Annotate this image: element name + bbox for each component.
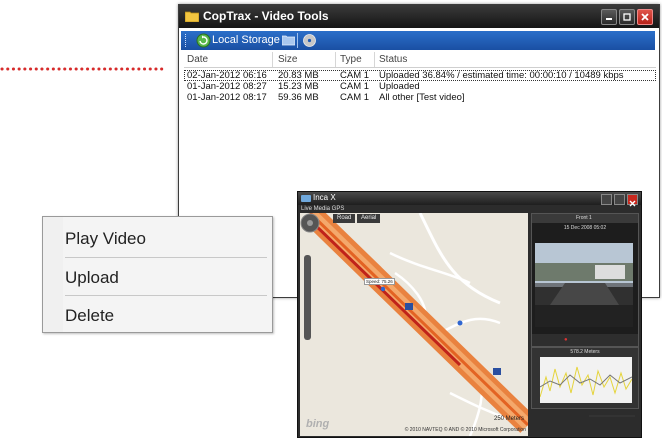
cell-date: 01-Jan-2012 08:27 — [187, 81, 267, 92]
minimize-button[interactable] — [601, 9, 617, 25]
map-tab-aerial[interactable]: Aerial — [357, 214, 381, 223]
column-header-type[interactable]: Type — [340, 54, 362, 65]
cell-size: 20.83 MB — [278, 70, 319, 81]
scale-bar — [589, 415, 635, 417]
menu-item-label: Upload — [65, 268, 119, 287]
column-header-size[interactable]: Size — [278, 54, 297, 65]
map-scale-label: 250 Meters — [493, 416, 524, 422]
video-timestamp: 15 Dec 2008 05:02 — [563, 225, 607, 231]
context-menu: Play Video Upload Delete — [42, 216, 273, 333]
column-divider[interactable] — [374, 52, 375, 67]
video-camera-label: Front 1 — [576, 215, 592, 221]
maximize-icon — [623, 13, 631, 21]
video-pane[interactable]: Front 1 15 Dec 2008 05:02 ● — [531, 213, 639, 347]
speed-graph-pane[interactable]: 578.2 Meters — [531, 347, 639, 409]
table-row[interactable]: 02-Jan-2012 06:16 20.83 MB CAM 1 Uploade… — [184, 70, 656, 81]
inca-maximize-button[interactable] — [614, 194, 625, 205]
cell-status: All other [Test video] — [379, 92, 465, 103]
zoom-slider[interactable] — [304, 255, 311, 340]
toolbar-grip[interactable] — [185, 34, 189, 47]
column-header-date[interactable]: Date — [187, 54, 208, 65]
close-icon — [629, 200, 636, 207]
table-row[interactable]: 01-Jan-2012 08:27 15.23 MB CAM 1 Uploade… — [184, 81, 656, 92]
inca-window: Inca X Live Media GPS Road Aerial Speed:… — [297, 191, 642, 438]
column-header-status[interactable]: Status — [379, 54, 407, 65]
inca-close-button[interactable] — [627, 194, 638, 207]
inca-title-bar[interactable]: Inca X — [298, 192, 641, 207]
video-header: Front 1 — [532, 214, 638, 223]
cell-status: Uploaded 36.84% / estimated time: 00:00:… — [379, 70, 624, 81]
local-storage-button[interactable]: Local Storage — [212, 34, 280, 46]
cell-type: CAM 1 — [340, 70, 370, 81]
dotted-connector — [0, 67, 164, 71]
video-controls[interactable]: ● — [532, 334, 638, 346]
menu-gutter — [43, 217, 63, 332]
column-divider[interactable] — [335, 52, 336, 67]
map-tab-road[interactable]: Road — [333, 214, 356, 223]
pan-control-icon[interactable] — [300, 213, 320, 233]
folder-icon — [185, 11, 199, 22]
close-button[interactable] — [637, 9, 653, 25]
menu-item-label: Delete — [65, 306, 115, 325]
map-graphic — [300, 213, 528, 436]
dashcam-video-frame — [535, 243, 633, 327]
close-icon — [641, 13, 649, 21]
disc-icon[interactable] — [302, 33, 317, 48]
map-copyright: © 2010 NAVTEQ © AND © 2010 Microsoft Cor… — [404, 427, 526, 433]
inca-subtitle: Live Media GPS — [301, 206, 345, 212]
cell-size: 59.36 MB — [278, 92, 319, 103]
menu-item-delete[interactable]: Delete — [65, 296, 270, 333]
cell-type: CAM 1 — [340, 81, 370, 92]
refresh-icon[interactable] — [196, 33, 211, 48]
app-icon — [301, 195, 311, 202]
menu-item-upload[interactable]: Upload — [65, 258, 270, 295]
cell-status: Uploaded — [379, 81, 420, 92]
toolbar: Local Storage — [181, 31, 655, 50]
storage-folder-icon[interactable] — [282, 34, 295, 46]
speed-graph — [540, 357, 632, 403]
cell-date: 01-Jan-2012 08:17 — [187, 92, 267, 103]
inca-minimize-button[interactable] — [601, 194, 612, 205]
maximize-button[interactable] — [619, 9, 635, 25]
column-divider[interactable] — [272, 52, 273, 67]
menu-item-play-video[interactable]: Play Video — [65, 219, 270, 256]
minimize-icon — [606, 18, 612, 20]
table-row[interactable]: 01-Jan-2012 08:17 59.36 MB CAM 1 All oth… — [184, 92, 656, 103]
window-title: CopTrax - Video Tools — [203, 9, 329, 23]
cell-size: 15.23 MB — [278, 81, 319, 92]
table-header: Date Size Type Status — [184, 52, 656, 68]
map-view[interactable]: Road Aerial Speed: 75.26 bing 250 Meters… — [300, 213, 528, 436]
title-bar[interactable]: CopTrax - Video Tools — [179, 5, 659, 28]
inca-title: Inca X — [313, 193, 336, 202]
video-table: Date Size Type Status 02-Jan-2012 06:16 … — [184, 52, 656, 103]
bing-logo: bing — [306, 418, 330, 430]
menu-item-label: Play Video — [65, 229, 146, 248]
cell-date: 02-Jan-2012 06:16 — [187, 70, 267, 81]
graph-label: 578.2 Meters — [570, 349, 600, 355]
record-badge-icon: ● — [564, 337, 568, 343]
speed-pin-label: Speed: 75.26 — [364, 278, 395, 285]
toolbar-divider — [297, 33, 298, 48]
cell-type: CAM 1 — [340, 92, 370, 103]
